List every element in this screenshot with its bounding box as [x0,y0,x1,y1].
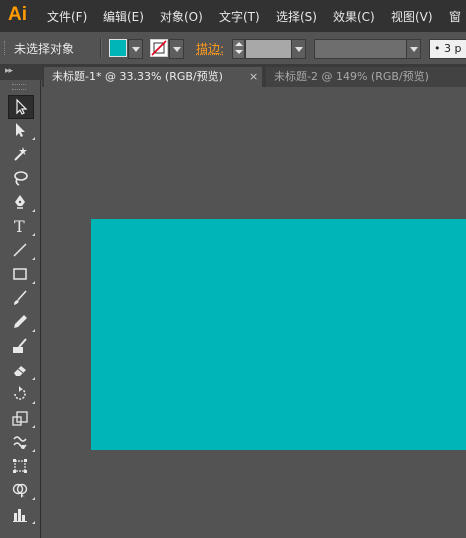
submenu-indicator [32,449,35,452]
eraser-tool[interactable] [8,359,35,381]
submenu-indicator [32,233,35,236]
direct-selection-tool[interactable] [8,119,35,141]
submenu-indicator [32,209,35,212]
direct-selection-arrow-icon [16,123,25,137]
stroke-dropdown-button[interactable] [169,39,184,59]
pencil-tool[interactable] [8,311,35,333]
pen-tool[interactable] [8,191,35,213]
fill-dropdown-button[interactable] [128,39,143,59]
toolbox-header[interactable]: ▸▸ [0,64,42,80]
menu-object[interactable]: 对象(O) [160,8,203,25]
type-tool[interactable]: T [8,215,35,237]
tab-document-2[interactable]: 未标题-2 @ 149% (RGB/预览) × [266,67,466,87]
selection-tool[interactable] [8,95,34,119]
warp-tool[interactable] [8,431,35,453]
magic-wand-icon [14,147,27,161]
chevron-down-icon [132,47,140,52]
tab-document-1[interactable]: 未标题-1* @ 33.33% (RGB/预览) × [44,67,262,87]
control-bar-grip[interactable] [4,41,8,55]
stroke-color-swatch[interactable] [150,39,168,57]
submenu-indicator [32,401,35,404]
submenu-indicator [32,137,35,140]
menu-edit[interactable]: 编辑(E) [103,8,144,25]
submenu-indicator [32,521,35,524]
stroke-label[interactable]: 描边: [196,40,224,57]
type-t-icon: T [14,217,25,235]
toolbox-grip[interactable] [12,84,26,90]
eraser-icon [14,366,26,376]
lasso-tool[interactable] [8,167,32,189]
tab-title: 未标题-2 @ 149% (RGB/预览) [274,70,429,83]
fill-color-swatch[interactable] [109,39,127,57]
stroke-weight-dropdown[interactable] [291,39,306,59]
menu-effect[interactable]: 效果(C) [333,8,375,25]
control-bar: 未选择对象 描边: • 3 p [0,32,466,65]
menu-file[interactable]: 文件(F) [47,8,87,25]
paintbrush-tool[interactable] [8,287,32,309]
submenu-indicator [32,257,35,260]
app-logo: Ai [8,4,27,25]
pencil-icon [14,315,27,328]
variable-width-profile-select[interactable] [314,39,408,59]
brush-size-field[interactable]: • 3 p [429,39,466,59]
chevron-down-icon [173,47,181,52]
rectangle-tool[interactable] [8,263,35,285]
close-icon[interactable]: × [249,67,258,87]
toolbox: T [0,80,41,538]
submenu-indicator [32,497,35,500]
menu-type[interactable]: 文字(T) [219,8,260,25]
menu-view[interactable]: 视图(V) [391,8,433,25]
magic-wand-tool[interactable] [8,143,32,165]
canvas-area[interactable] [42,87,466,538]
rotate-icon [14,386,26,400]
selection-status-label: 未选择对象 [14,42,75,56]
submenu-indicator [32,425,35,428]
brush-size-value: • 3 p [434,42,462,55]
no-stroke-icon [151,40,167,56]
menu-window[interactable]: 窗 [449,8,461,25]
submenu-indicator [32,281,35,284]
stepper-up-icon[interactable] [235,42,243,46]
document-tab-bar: 未标题-1* @ 33.33% (RGB/预览) × 未标题-2 @ 149% … [42,64,466,87]
free-transform-tool[interactable] [8,455,32,477]
submenu-indicator [32,377,35,380]
scale-tool[interactable] [8,407,35,429]
divider [100,38,102,58]
warp-icon [13,436,27,449]
paintbrush-icon [14,290,27,305]
profile-dropdown-button[interactable] [406,39,421,59]
chevron-down-icon [410,47,418,52]
cyan-rectangle-object[interactable] [91,219,466,450]
line-segment-tool[interactable] [8,239,35,261]
pen-nib-icon [15,195,25,209]
svg-text:T: T [14,217,25,235]
line-segment-icon [13,243,27,257]
bar-graph-icon [13,509,27,522]
rotate-tool[interactable] [8,383,35,405]
menu-bar: Ai 文件(F) 编辑(E) 对象(O) 文字(T) 选择(S) 效果(C) 视… [0,0,466,32]
rectangle-icon [13,268,27,280]
menu-select[interactable]: 选择(S) [276,8,317,25]
stroke-weight-field[interactable] [245,39,293,59]
collapse-icon[interactable]: ▸▸ [5,66,13,76]
blob-brush-icon [13,338,27,353]
free-transform-icon [13,459,27,473]
blob-brush-tool[interactable] [8,335,32,357]
stepper-down-icon[interactable] [235,50,243,54]
stroke-weight-stepper[interactable] [232,39,245,59]
shape-builder-tool[interactable] [8,479,35,501]
shape-builder-icon [12,483,28,498]
tab-title: 未标题-1* @ 33.33% (RGB/预览) [52,70,223,83]
chevron-down-icon [295,47,303,52]
submenu-indicator [32,329,35,332]
lasso-icon [14,171,28,186]
scale-icon [12,411,28,426]
selection-arrow-icon [16,98,28,115]
graph-tool[interactable] [8,503,35,525]
